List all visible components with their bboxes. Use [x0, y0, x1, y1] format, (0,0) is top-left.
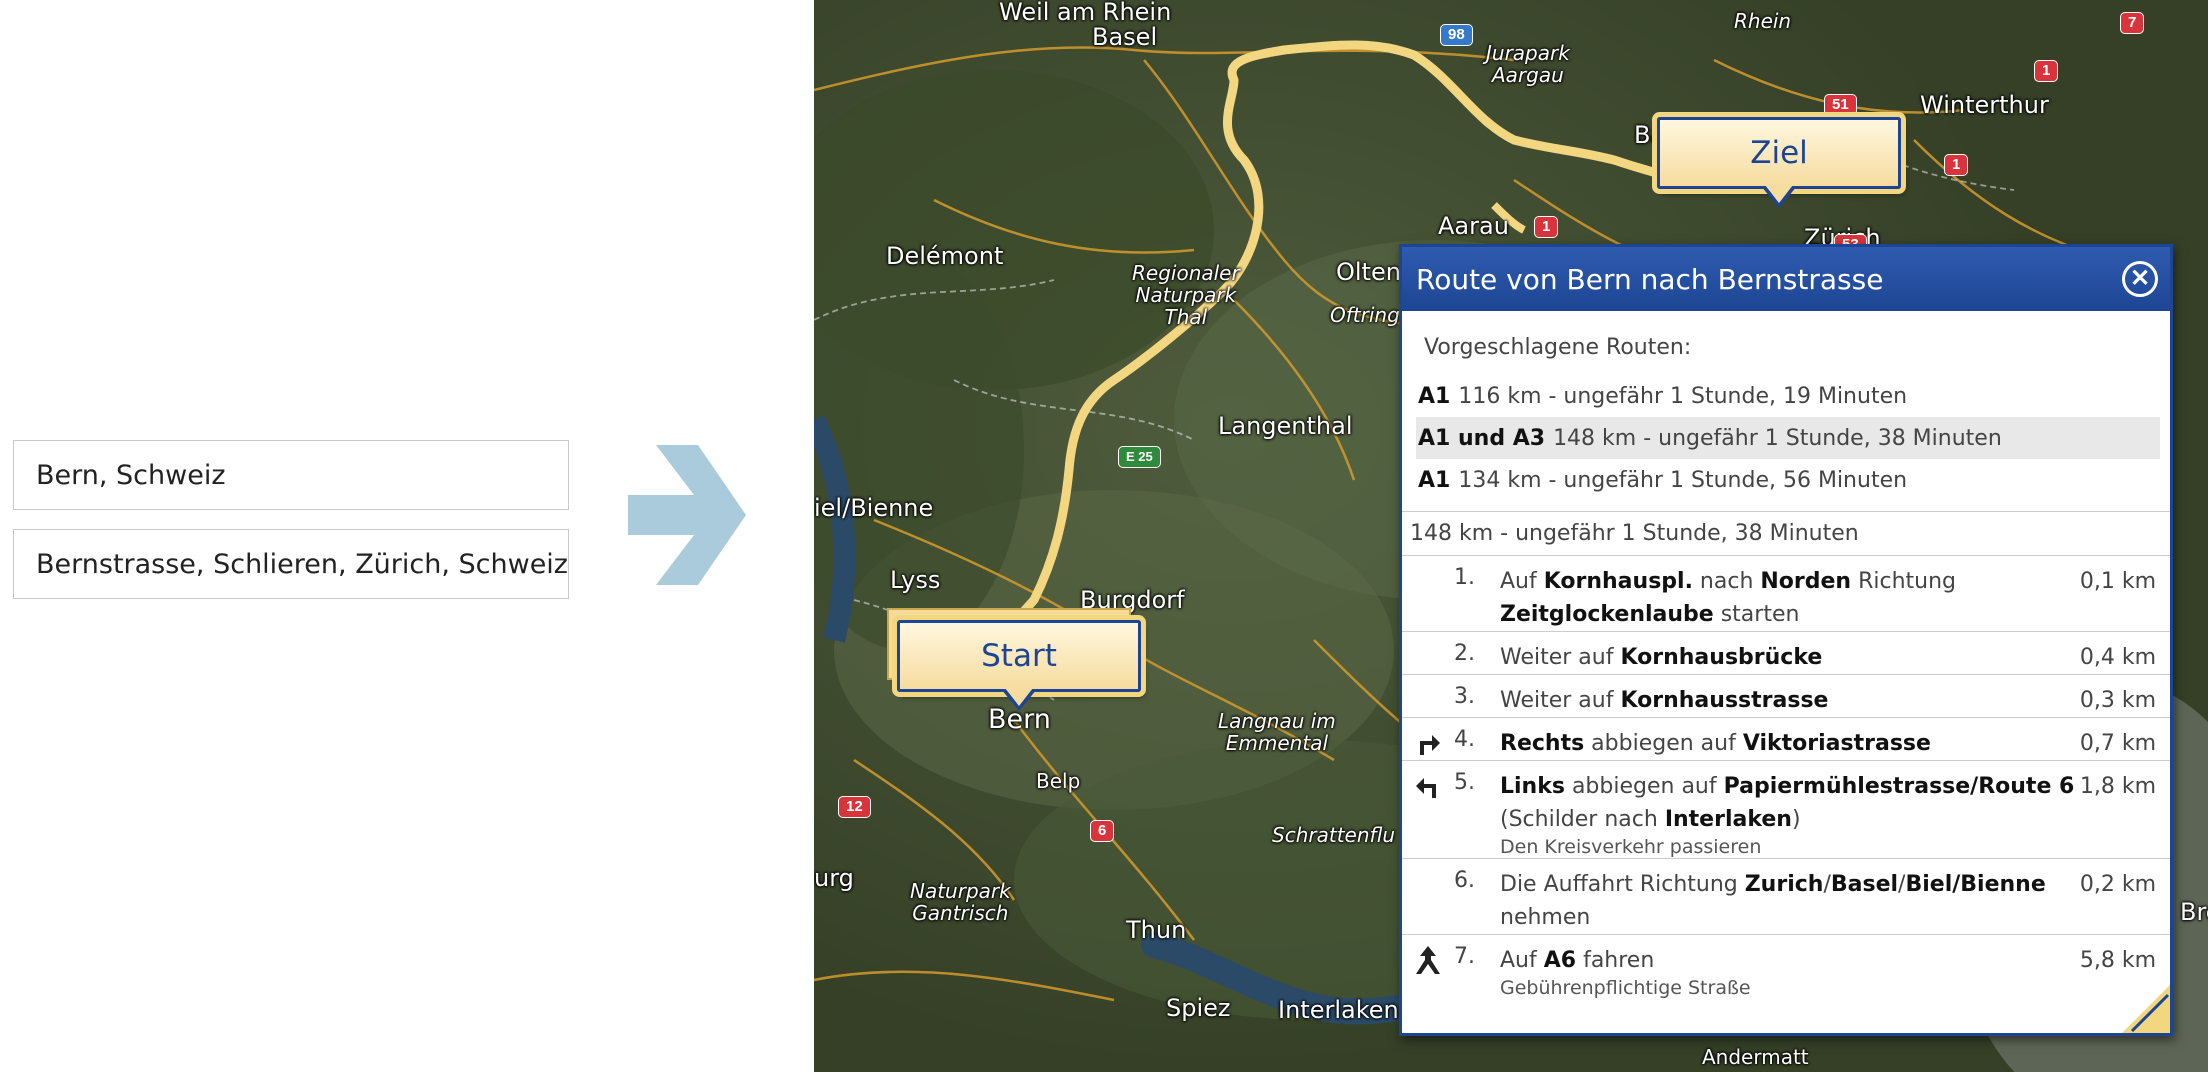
step-instruction: Rechts abbiegen auf Viktoriastrasse	[1500, 731, 1931, 756]
map-label-interlaken: Interlaken	[1278, 996, 1399, 1024]
start-address-field[interactable]: Bern, Schweiz	[13, 440, 569, 510]
map-label-spiez: Spiez	[1166, 994, 1231, 1022]
suggested-routes-label: Vorgeschlagene Routen:	[1424, 335, 1692, 360]
route-option-detail: 116 km - ungefähr 1 Stunde, 19 Minuten	[1458, 383, 1908, 409]
route-option-road: A1 und A3	[1418, 425, 1546, 451]
road-shield-6: 6	[1090, 820, 1115, 842]
map-label-langenthal: Langenthal	[1218, 412, 1353, 440]
step-number: 1.	[1454, 565, 1475, 590]
road-shield-7: 7	[2120, 12, 2145, 34]
step-number: 7.	[1454, 944, 1475, 969]
route-options-list: A1 116 km - ungefähr 1 Stunde, 19 Minuten…	[1402, 375, 2170, 501]
map-label-aarau: Aarau	[1438, 212, 1509, 240]
step-icon-empty	[1402, 868, 1454, 934]
direction-step[interactable]: 5. Links abbiegen auf Papiermühlestrasse/…	[1402, 760, 2170, 858]
direction-step[interactable]: 7. Auf A6 fahren Gebührenpflichtige Straße…	[1402, 934, 2170, 999]
map-label-basel: Basel	[1092, 23, 1158, 51]
direction-step[interactable]: 3. Weiter auf Kornhausstrasse 0,3 km	[1402, 674, 2170, 717]
destination-marker[interactable]: Ziel	[1657, 117, 1901, 208]
map-label-oftringen: Oftring	[1330, 303, 1400, 327]
map-label-jurapark: Jurapark Aargau	[1486, 41, 1570, 87]
step-distance: 0,1 km	[2079, 569, 2156, 594]
map-label-rhein: Rhein	[1734, 9, 1792, 33]
road-shield-98: 98	[1440, 24, 1473, 46]
map-label-lyss: Lyss	[890, 566, 941, 594]
route-directions-panel: Route von Bern nach Bernstrasse ✕ Vorges…	[1399, 244, 2173, 1036]
step-number: 5.	[1454, 770, 1475, 795]
route-option-detail: 134 km - ungefähr 1 Stunde, 56 Minuten	[1458, 467, 1908, 493]
map-label-andermatt: Andermatt	[1702, 1045, 1809, 1069]
step-note: Gebührenpflichtige Straße	[1500, 977, 1751, 999]
start-marker[interactable]: Start	[897, 620, 1141, 711]
route-option[interactable]: A1 116 km - ungefähr 1 Stunde, 19 Minuten	[1416, 375, 2160, 417]
panel-title: Route von Bern nach Bernstrasse	[1416, 262, 1884, 296]
close-icon[interactable]: ✕	[2122, 261, 2158, 297]
start-marker-label: Start	[981, 638, 1057, 674]
map-label-langnau: Langnau im Emmental	[1218, 709, 1336, 755]
panel-body: Vorgeschlagene Routen: A1 116 km - ungefä…	[1402, 311, 2170, 999]
map-label-belp: Belp	[1036, 769, 1081, 793]
map-label-winterthur: Winterthur	[1920, 91, 2049, 119]
map-label-biel: iel/Bienne	[814, 494, 934, 522]
step-distance: 0,2 km	[2079, 872, 2156, 897]
step-instruction: Links abbiegen auf Papiermühlestrasse/Ro…	[1500, 770, 2078, 858]
map-label-bre: Bre	[2180, 898, 2208, 926]
chevron-right-arrow-icon	[628, 445, 746, 585]
resize-handle-icon[interactable]	[2122, 985, 2170, 1033]
merge-icon	[1402, 944, 1454, 999]
step-distance: 0,3 km	[2079, 688, 2156, 713]
panel-header: Route von Bern nach Bernstrasse ✕	[1402, 247, 2170, 311]
step-instruction: Auf Kornhauspl. nach Norden Richtung Zei…	[1500, 569, 1957, 627]
step-icon-empty	[1402, 565, 1454, 631]
road-shield-e25: E 25	[1118, 446, 1161, 468]
step-instruction: Auf A6 fahren Gebührenpflichtige Straße	[1500, 944, 2078, 999]
map-label-thun: Thun	[1126, 916, 1187, 944]
direction-step[interactable]: 1. Auf Kornhauspl. nach Norden Richtung Z…	[1402, 555, 2170, 631]
road-shield-1-b: 1	[1944, 154, 1969, 176]
step-number: 4.	[1454, 727, 1475, 752]
step-instruction: Weiter auf Kornhausstrasse	[1500, 688, 1829, 713]
map-label-regionaler-naturpark: Regionaler Naturpark Thal	[1132, 261, 1240, 329]
road-shield-1-a: 1	[2034, 60, 2059, 82]
step-number: 3.	[1454, 684, 1475, 709]
route-option-road: A1	[1418, 383, 1451, 409]
turn-right-icon	[1402, 727, 1454, 760]
map-label-delemont: Delémont	[886, 242, 1004, 270]
road-shield-51: 51	[1824, 94, 1857, 116]
road-shield-12: 12	[838, 796, 871, 818]
map-label-urg: urg	[814, 864, 854, 892]
step-instruction: Die Auffahrt Richtung Zurich/Basel/Biel/…	[1500, 872, 2046, 930]
step-instruction: Weiter auf Kornhausbrücke	[1500, 645, 1823, 670]
step-number: 6.	[1454, 868, 1475, 893]
route-option-road: A1	[1418, 467, 1451, 493]
selected-route-summary: 148 km - ungefähr 1 Stunde, 38 Minuten	[1402, 511, 2170, 555]
route-option[interactable]: A1 und A3 148 km - ungefähr 1 Stunde, 38 …	[1416, 417, 2160, 459]
step-icon-empty	[1402, 641, 1454, 674]
destination-marker-label: Ziel	[1750, 135, 1808, 171]
direction-step[interactable]: 4. Rechts abbiegen auf Viktoriastrasse 0,7…	[1402, 717, 2170, 760]
satellite-map[interactable]: Weil am Rhein Basel Rhein Jurapark Aarga…	[814, 0, 2208, 1072]
step-number: 2.	[1454, 641, 1475, 666]
step-icon-empty	[1402, 684, 1454, 717]
road-shield-1-c: 1	[1534, 216, 1559, 238]
direction-step[interactable]: 6. Die Auffahrt Richtung Zurich/Basel/Bie…	[1402, 858, 2170, 934]
direction-step[interactable]: 2. Weiter auf Kornhausbrücke 0,4 km	[1402, 631, 2170, 674]
directions-steps: 1. Auf Kornhauspl. nach Norden Richtung Z…	[1402, 555, 2170, 999]
map-label-gantrisch: Naturpark Gantrisch	[910, 879, 1011, 925]
route-option[interactable]: A1 134 km - ungefähr 1 Stunde, 56 Minuten	[1416, 459, 2160, 501]
map-label-olten: Olten	[1336, 258, 1401, 286]
step-distance: 0,4 km	[2079, 645, 2156, 670]
route-option-detail: 148 km - ungefähr 1 Stunde, 38 Minuten	[1553, 425, 2002, 451]
map-label-schrattenflue: Schrattenflu	[1272, 823, 1396, 847]
map-label-weil: Weil am Rhein	[999, 0, 1172, 26]
destination-address-field[interactable]: Bernstrasse, Schlieren, Zürich, Schweiz	[13, 529, 569, 599]
step-note: Den Kreisverkehr passieren	[1500, 836, 1762, 858]
turn-left-icon	[1402, 770, 1454, 858]
step-distance: 1,8 km	[2079, 774, 2156, 799]
step-distance: 0,7 km	[2079, 731, 2156, 756]
